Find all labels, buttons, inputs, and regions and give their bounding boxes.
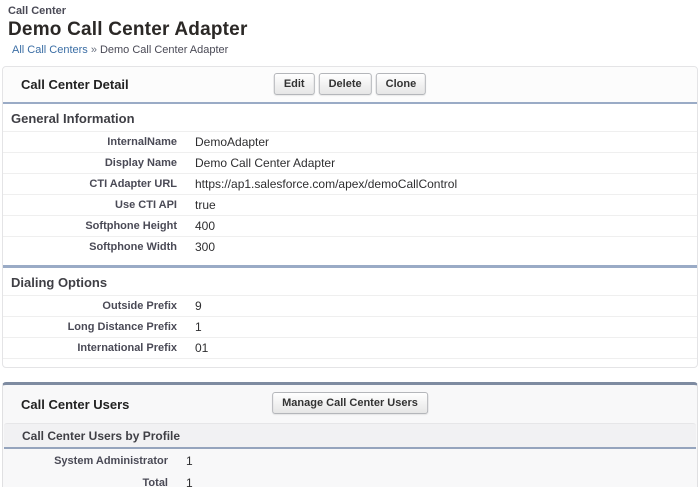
field-label: Use CTI API	[115, 199, 177, 211]
users-button-group: Manage Call Center Users	[272, 392, 428, 414]
field-value: https://ap1.salesforce.com/apex/demoCall…	[195, 177, 458, 191]
page-type-label: Call Center	[8, 5, 67, 17]
profile-row-total: Total 1	[3, 471, 697, 487]
field-label: Display Name	[104, 157, 177, 169]
users-header-title: Call Center Users	[21, 396, 130, 412]
field-label: Outside Prefix	[102, 300, 177, 312]
field-row-international-prefix: International Prefix 01	[3, 337, 697, 359]
field-value: 400	[195, 219, 216, 233]
field-label: Softphone Height	[85, 220, 177, 232]
field-value: 9	[195, 299, 202, 313]
field-label: Softphone Width	[89, 241, 177, 253]
profile-label: System Administrator	[54, 455, 168, 467]
field-row-use-cti-api: Use CTI API true	[3, 194, 697, 215]
delete-button[interactable]: Delete	[318, 73, 372, 95]
field-row-cti-adapter-url: CTI Adapter URL https://ap1.salesforce.c…	[3, 173, 697, 194]
clone-button[interactable]: Clone	[375, 73, 427, 95]
profile-label: Total	[142, 477, 168, 487]
page-header: Call Center Demo Call Center Adapter All…	[0, 0, 700, 56]
call-center-detail-block: Call Center Detail Edit Delete Clone Gen…	[2, 66, 698, 368]
field-row-internal-name: InternalName DemoAdapter	[3, 131, 697, 152]
field-label: International Prefix	[77, 342, 177, 354]
users-by-profile-subheader: Call Center Users by Profile	[4, 423, 696, 449]
breadcrumb-separator: »	[90, 44, 97, 56]
profile-row-system-administrator: System Administrator 1	[3, 449, 697, 471]
field-label: Long Distance Prefix	[67, 321, 177, 333]
field-label: CTI Adapter URL	[89, 178, 177, 190]
field-value: 300	[195, 240, 216, 254]
breadcrumb-current: Demo Call Center Adapter	[99, 44, 229, 56]
users-header-bar: Call Center Users Manage Call Center Use…	[3, 385, 697, 423]
detail-header-bar: Call Center Detail Edit Delete Clone	[3, 67, 697, 104]
detail-body: General Information InternalName DemoAda…	[3, 104, 697, 367]
field-value: DemoAdapter	[195, 135, 270, 149]
field-value: 1	[195, 320, 202, 334]
field-label: InternalName	[107, 136, 177, 148]
call-center-users-block: Call Center Users Manage Call Center Use…	[2, 382, 698, 487]
edit-button[interactable]: Edit	[273, 73, 315, 95]
detail-button-group: Edit Delete Clone	[273, 73, 427, 95]
section-title-dialing-options: Dialing Options	[11, 275, 108, 290]
manage-call-center-users-button[interactable]: Manage Call Center Users	[272, 392, 428, 414]
field-row-softphone-height: Softphone Height 400	[3, 215, 697, 236]
field-value: 01	[195, 341, 209, 355]
field-row-softphone-width: Softphone Width 300	[3, 236, 697, 257]
field-value: true	[195, 198, 216, 212]
page-title: Demo Call Center Adapter	[8, 19, 248, 40]
field-row-long-distance-prefix: Long Distance Prefix 1	[3, 316, 697, 337]
detail-header-title: Call Center Detail	[21, 77, 129, 92]
section-title-general-information: General Information	[11, 111, 135, 126]
field-value: Demo Call Center Adapter	[195, 156, 336, 170]
breadcrumb-link-all-call-centers[interactable]: All Call Centers	[12, 44, 88, 56]
field-row-outside-prefix: Outside Prefix 9	[3, 295, 697, 316]
profile-count: 1	[186, 454, 193, 468]
profile-count: 1	[186, 476, 193, 487]
breadcrumb: All Call Centers» Demo Call Center Adapte…	[8, 41, 700, 56]
field-row-display-name: Display Name Demo Call Center Adapter	[3, 152, 697, 173]
